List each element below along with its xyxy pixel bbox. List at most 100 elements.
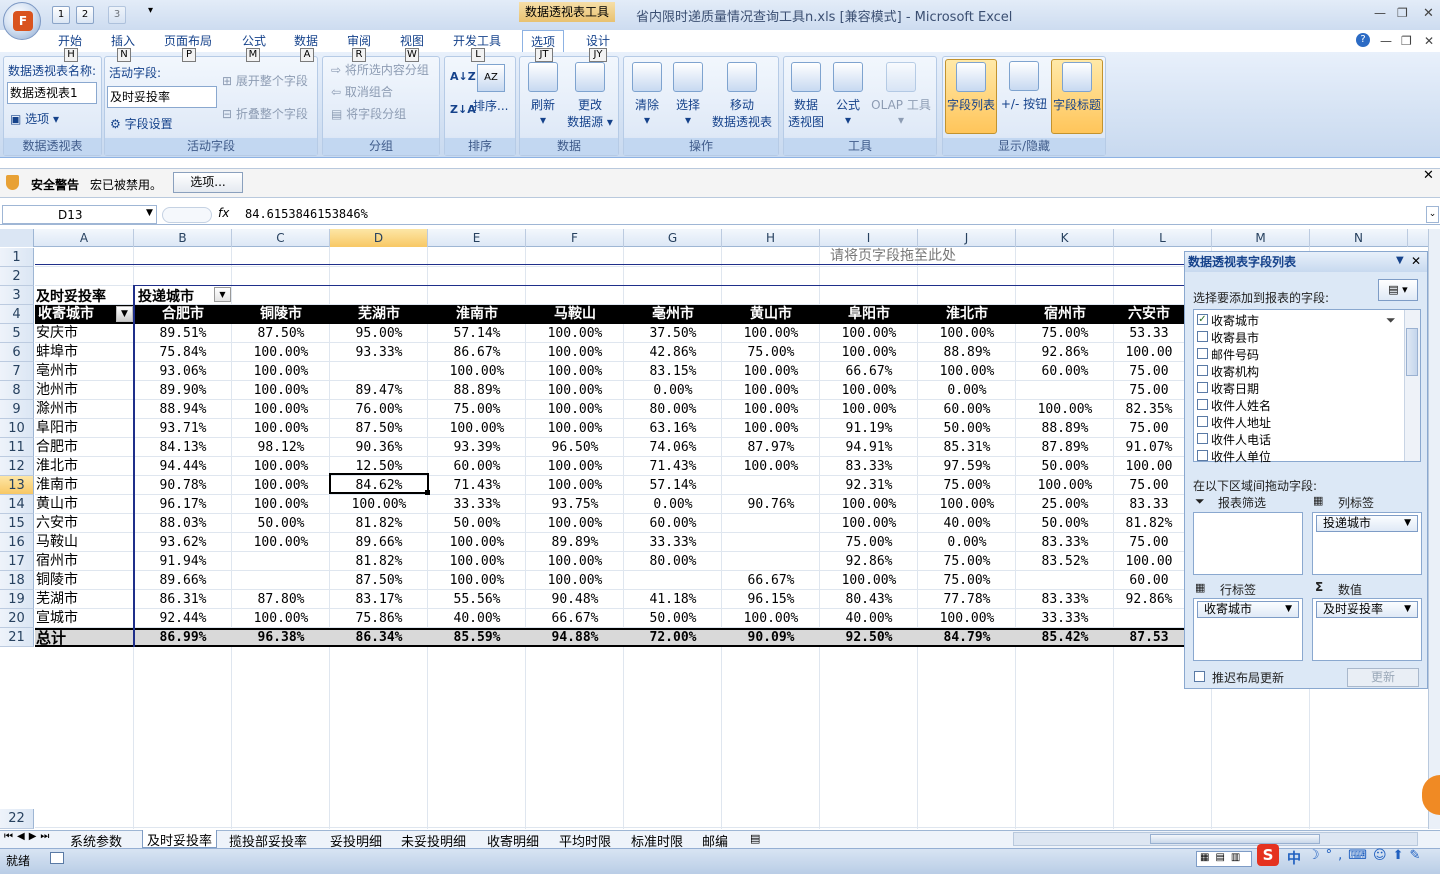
pane-layout-button[interactable]: ▤ ▾ (1378, 279, 1418, 301)
pivot-value-cell[interactable]: 50.00% (624, 609, 722, 628)
pivot-value-cell[interactable]: 100.00% (232, 533, 330, 552)
pivot-value-cell[interactable]: 93.62% (134, 533, 232, 552)
pivot-value-cell[interactable]: 100.00% (722, 609, 820, 628)
pivot-total-cell[interactable]: 85.59% (428, 629, 526, 647)
column-header[interactable]: E (428, 229, 526, 247)
pivot-value-cell[interactable]: 100.00% (820, 381, 918, 400)
row-header[interactable]: 9 (0, 400, 34, 419)
pivot-value-cell[interactable]: 86.67% (428, 343, 526, 362)
qat-redo-button[interactable]: 3 (108, 6, 126, 24)
pivot-value-cell[interactable]: 93.71% (134, 419, 232, 438)
column-header[interactable]: G (624, 229, 722, 247)
pivot-total-cell[interactable]: 96.38% (232, 629, 330, 647)
pivot-value-cell[interactable]: 90.78% (134, 476, 232, 495)
pivot-value-cell[interactable]: 85.31% (918, 438, 1016, 457)
pane-menu-icon[interactable]: ▼ (1396, 255, 1404, 266)
pivot-value-cell[interactable]: 100.00% (526, 457, 624, 476)
pivot-value-cell[interactable]: 75.00% (918, 552, 1016, 571)
pivot-value-cell[interactable]: 60.00% (1016, 362, 1114, 381)
pivot-value-cell[interactable]: 100.00% (526, 381, 624, 400)
sort-za-icon[interactable]: Z↓A (450, 103, 476, 116)
pivot-value-cell[interactable]: 75.00 (1114, 533, 1184, 552)
pivot-value-cell[interactable]: 80.00% (624, 552, 722, 571)
pivot-value-cell[interactable]: 83.33% (1016, 590, 1114, 609)
pivot-value-cell[interactable]: 91.19% (820, 419, 918, 438)
restore-icon[interactable]: ❐ (1397, 6, 1408, 20)
pivot-value-cell[interactable]: 100.00% (330, 495, 428, 514)
pivot-value-cell[interactable]: 100.00% (232, 495, 330, 514)
row-header[interactable]: 19 (0, 590, 34, 609)
tab-review[interactable]: 审阅 (347, 32, 371, 49)
pivot-value-cell[interactable]: 42.86% (624, 343, 722, 362)
pivot-value-cell[interactable] (1016, 381, 1114, 400)
tab-formulas[interactable]: 公式 (242, 32, 266, 49)
field-item[interactable]: 收件人地址 (1211, 414, 1271, 431)
qat-undo-button[interactable]: 2 (76, 6, 94, 24)
pivot-value-cell[interactable]: 97.59% (918, 457, 1016, 476)
pivot-value-cell[interactable]: 100.00% (722, 381, 820, 400)
pivot-value-cell[interactable]: 100.00% (918, 362, 1016, 381)
pivot-value-cell[interactable]: 94.44% (134, 457, 232, 476)
pivot-value-cell[interactable]: 83.33% (820, 457, 918, 476)
pivot-value-cell[interactable]: 100.00% (722, 419, 820, 438)
expand-field-button[interactable]: ⊞ 展开整个字段 (222, 72, 308, 89)
pivot-value-cell[interactable]: 33.33% (624, 533, 722, 552)
pivot-value-cell[interactable]: 100.00% (232, 400, 330, 419)
close-icon[interactable]: ✕ (1423, 6, 1434, 21)
collapse-field-button[interactable]: ⊟ 折叠整个字段 (222, 105, 308, 122)
row-filter-icon[interactable]: ▼ (116, 306, 133, 322)
row-header[interactable]: 10 (0, 419, 34, 438)
pivot-value-cell[interactable]: 60.00% (428, 457, 526, 476)
pivot-value-cell[interactable]: 83.33% (1016, 533, 1114, 552)
pivot-value-cell[interactable]: 100.00% (820, 324, 918, 343)
vertical-scrollbar[interactable] (1428, 229, 1440, 829)
pivot-value-cell[interactable]: 100.00% (820, 514, 918, 533)
pivot-value-cell[interactable] (722, 552, 820, 571)
pivot-value-cell[interactable]: 100.00% (232, 419, 330, 438)
values-field-chip[interactable]: 及时妥投率 ▼ (1316, 601, 1418, 618)
pivot-value-cell[interactable]: 76.00% (330, 400, 428, 419)
active-cell-cursor[interactable] (329, 473, 429, 494)
pivot-value-cell[interactable]: 74.06% (624, 438, 722, 457)
pivot-value-cell[interactable]: 50.00% (1016, 514, 1114, 533)
column-header[interactable]: F (526, 229, 624, 247)
pivot-value-cell[interactable]: 40.00% (428, 609, 526, 628)
row-field-chip[interactable]: 收寄城市 ▼ (1197, 601, 1299, 618)
pivot-value-cell[interactable]: 100.00% (526, 343, 624, 362)
pivot-value-cell[interactable]: 25.00% (1016, 495, 1114, 514)
pivot-value-cell[interactable]: 50.00% (428, 514, 526, 533)
tab-view[interactable]: 视图 (400, 32, 424, 49)
formula-input[interactable]: 84.6153846153846% (245, 207, 368, 221)
row-header[interactable]: 15 (0, 514, 34, 533)
row-header[interactable]: 18 (0, 571, 34, 590)
pivot-value-cell[interactable] (722, 514, 820, 533)
pivot-total-cell[interactable]: 94.88% (526, 629, 624, 647)
tab-insert[interactable]: 插入 (111, 32, 135, 49)
sheet-nav-arrows[interactable]: ⏮◀▶⏭ (4, 831, 53, 842)
pivot-total-cell[interactable]: 92.50% (820, 629, 918, 647)
pivot-value-cell[interactable]: 60.00% (624, 514, 722, 533)
pivot-value-cell[interactable]: 82.35% (1114, 400, 1184, 419)
floating-widget-icon[interactable] (1422, 775, 1440, 815)
pivot-value-cell[interactable]: 100.00% (820, 495, 918, 514)
row-header[interactable]: 16 (0, 533, 34, 552)
tab-data[interactable]: 数据 (294, 32, 318, 49)
help-icon[interactable]: ? (1356, 33, 1370, 47)
macro-record-icon[interactable] (50, 852, 64, 864)
pivot-value-cell[interactable]: 100.00% (232, 609, 330, 628)
pivot-value-cell[interactable]: 87.80% (232, 590, 330, 609)
pivot-value-cell[interactable]: 100.00% (526, 324, 624, 343)
pivot-value-cell[interactable]: 92.31% (820, 476, 918, 495)
field-checkbox[interactable] (1197, 331, 1208, 342)
move-pivot-button[interactable]: 移动 数据透视表 (710, 62, 774, 130)
close-security-bar-icon[interactable]: ✕ (1423, 168, 1434, 183)
doc-minimize-icon[interactable]: — (1380, 34, 1392, 48)
column-field-chip[interactable]: 投递城市 ▼ (1316, 515, 1418, 532)
pivot-total-cell[interactable]: 86.34% (330, 629, 428, 647)
pivot-value-cell[interactable]: 33.33% (1016, 609, 1114, 628)
pivot-value-cell[interactable]: 0.00% (918, 381, 1016, 400)
refresh-button[interactable]: 刷新 ▾ (526, 62, 560, 127)
pivot-value-cell[interactable]: 84.13% (134, 438, 232, 457)
pivot-value-cell[interactable]: 81.82% (330, 514, 428, 533)
pivot-value-cell[interactable]: 77.78% (918, 590, 1016, 609)
